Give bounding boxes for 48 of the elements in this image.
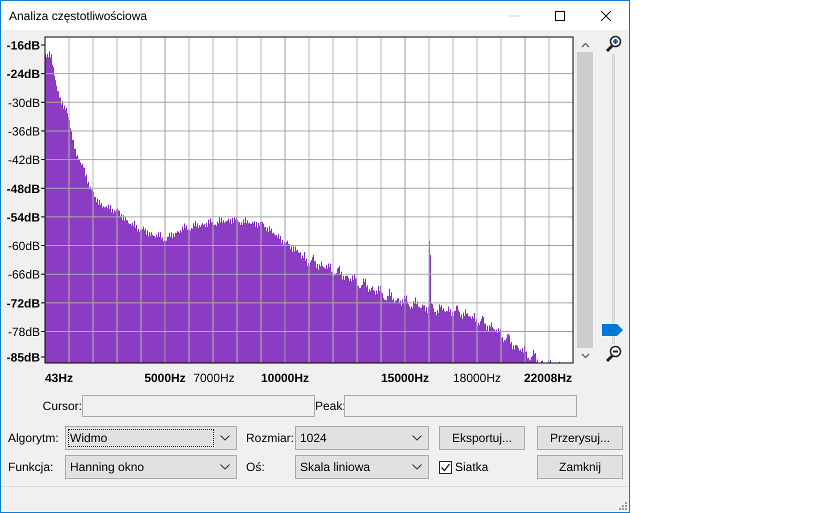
grid-checkbox[interactable]: [439, 460, 452, 474]
chevron-down-icon: [412, 435, 422, 441]
x-axis-label: 43Hz: [45, 371, 74, 385]
slider-thumb[interactable]: [602, 324, 623, 336]
dialog-button[interactable]: Przerysuj...: [537, 426, 623, 450]
y-axis-label: -85dB: [6, 350, 40, 364]
cursor-label: Cursor:: [42, 398, 82, 415]
chevron-down-icon: [580, 352, 590, 358]
y-axis-label: -72dB: [6, 296, 40, 310]
window-title: Analiza częstotliwościowa: [9, 8, 148, 24]
x-axis-label: 5000Hz: [144, 371, 186, 385]
chevron-up-icon: [580, 42, 590, 48]
field-label: Funkcja:: [8, 459, 54, 476]
y-axis-label: -24dB: [6, 67, 40, 82]
x-axis-label: 10000Hz: [260, 371, 310, 385]
y-axis-label: -30dB: [8, 96, 40, 110]
peak-field[interactable]: [344, 395, 577, 417]
peak-label: Peak:: [315, 398, 344, 415]
field-label: Oś:: [246, 459, 266, 476]
x-axis-label: 22008Hz: [524, 371, 572, 385]
chevron-down-icon: [412, 464, 422, 470]
y-axis-label: -78dB: [8, 325, 40, 339]
y-axis-label: -48dB: [6, 182, 40, 196]
axis-dropdown[interactable]: Skala liniowa: [295, 455, 429, 479]
y-axis-label: -36dB: [8, 124, 40, 138]
chevron-down-icon: [220, 464, 230, 470]
chevron-down-icon: [220, 435, 230, 441]
algorithm-dropdown[interactable]: Widmo: [65, 426, 237, 450]
x-axis-label: 15000Hz: [380, 371, 430, 385]
dialog-button[interactable]: Eksportuj...: [439, 426, 525, 450]
cursor-field[interactable]: [82, 395, 315, 417]
field-label: Rozmiar:: [246, 430, 295, 447]
resize-grip-icon[interactable]: [619, 502, 627, 510]
zoom-out-icon[interactable]: [604, 345, 622, 363]
y-axis-label: -60dB: [8, 239, 40, 254]
size-dropdown[interactable]: 1024: [295, 426, 429, 450]
dialog-button[interactable]: Zamknij: [537, 455, 623, 479]
function-dropdown[interactable]: Hanning okno: [65, 455, 237, 479]
scrollbar-thumb[interactable]: [577, 52, 593, 348]
zoom-in-icon[interactable]: [604, 35, 622, 53]
checkbox-label: Siatka: [455, 459, 488, 476]
x-axis-label: 18000Hz: [452, 371, 502, 385]
x-axis-label: 7000Hz: [193, 371, 235, 385]
y-axis-label: -16dB: [6, 38, 40, 52]
field-label: Algorytm:: [8, 430, 60, 447]
y-axis-label: -54dB: [6, 210, 40, 224]
y-axis-label: -66dB: [8, 268, 40, 282]
y-axis-label: -42dB: [8, 153, 40, 168]
